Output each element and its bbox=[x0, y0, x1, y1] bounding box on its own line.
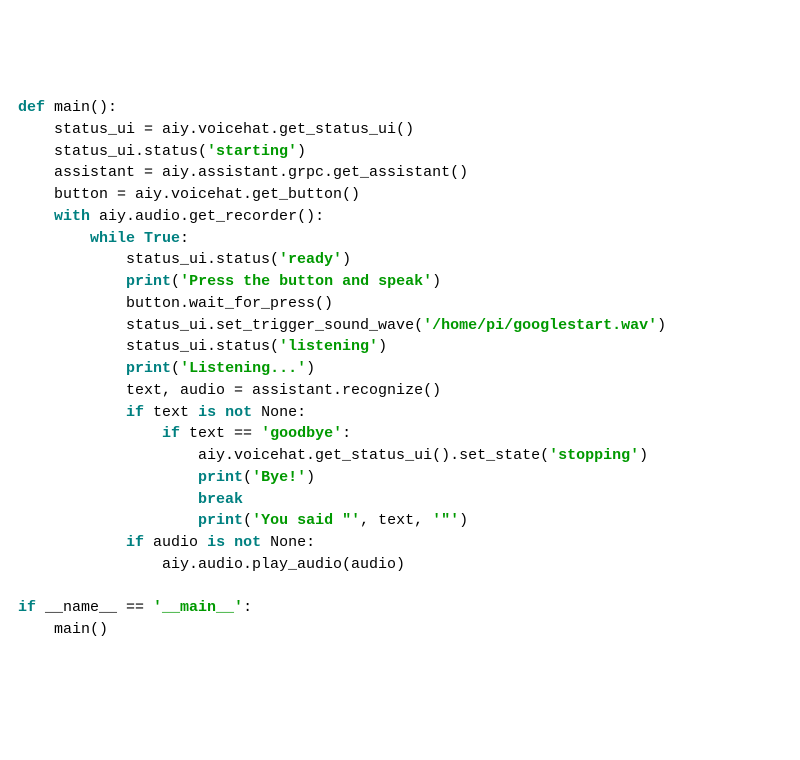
line-10: button.wait_for_press() bbox=[18, 295, 333, 312]
builtin-print: print bbox=[126, 360, 171, 377]
string: 'Listening...' bbox=[180, 360, 306, 377]
line-09: print('Press the button and speak') bbox=[18, 273, 441, 290]
line-20: print('You said "', text, '"') bbox=[18, 512, 468, 529]
line-07: while True: bbox=[18, 230, 189, 247]
line-22: aiy.audio.play_audio(audio) bbox=[18, 556, 405, 573]
line-01: def main(): bbox=[18, 99, 117, 116]
code-block: def main(): status_ui = aiy.voicehat.get… bbox=[18, 97, 782, 641]
line-02: status_ui = aiy.voicehat.get_status_ui() bbox=[18, 121, 414, 138]
string: 'listening' bbox=[279, 338, 378, 355]
line-12: status_ui.status('listening') bbox=[18, 338, 387, 355]
line-08: status_ui.status('ready') bbox=[18, 251, 351, 268]
line-03: status_ui.status('starting') bbox=[18, 143, 306, 160]
builtin-print: print bbox=[126, 273, 171, 290]
builtin-print: print bbox=[198, 469, 243, 486]
string: 'You said "' bbox=[252, 512, 360, 529]
line-16: if text == 'goodbye': bbox=[18, 425, 351, 442]
line-15: if text is not None: bbox=[18, 404, 306, 421]
string: 'Press the button and speak' bbox=[180, 273, 432, 290]
keyword-while: while bbox=[90, 230, 135, 247]
string: 'goodbye' bbox=[261, 425, 342, 442]
line-21: if audio is not None: bbox=[18, 534, 315, 551]
line-19: break bbox=[18, 491, 243, 508]
line-17: aiy.voicehat.get_status_ui().set_state('… bbox=[18, 447, 648, 464]
string: '__main__' bbox=[153, 599, 243, 616]
keyword-if: if bbox=[162, 425, 180, 442]
line-13: print('Listening...') bbox=[18, 360, 315, 377]
string: 'starting' bbox=[207, 143, 297, 160]
line-05: button = aiy.voicehat.get_button() bbox=[18, 186, 360, 203]
line-11: status_ui.set_trigger_sound_wave('/home/… bbox=[18, 317, 666, 334]
string: '/home/pi/googlestart.wav' bbox=[423, 317, 657, 334]
keyword-if: if bbox=[126, 404, 144, 421]
keyword-if: if bbox=[18, 599, 36, 616]
line-14: text, audio = assistant.recognize() bbox=[18, 382, 441, 399]
builtin-print: print bbox=[198, 512, 243, 529]
keyword-with: with bbox=[54, 208, 90, 225]
line-18: print('Bye!') bbox=[18, 469, 315, 486]
keyword-def: def bbox=[18, 99, 45, 116]
string: '"' bbox=[432, 512, 459, 529]
line-06: with aiy.audio.get_recorder(): bbox=[18, 208, 324, 225]
string: 'Bye!' bbox=[252, 469, 306, 486]
line-25: main() bbox=[18, 621, 108, 638]
line-04: assistant = aiy.assistant.grpc.get_assis… bbox=[18, 164, 468, 181]
string: 'stopping' bbox=[549, 447, 639, 464]
keyword-if: if bbox=[126, 534, 144, 551]
keyword-break: break bbox=[198, 491, 243, 508]
string: 'ready' bbox=[279, 251, 342, 268]
line-24: if __name__ == '__main__': bbox=[18, 599, 252, 616]
